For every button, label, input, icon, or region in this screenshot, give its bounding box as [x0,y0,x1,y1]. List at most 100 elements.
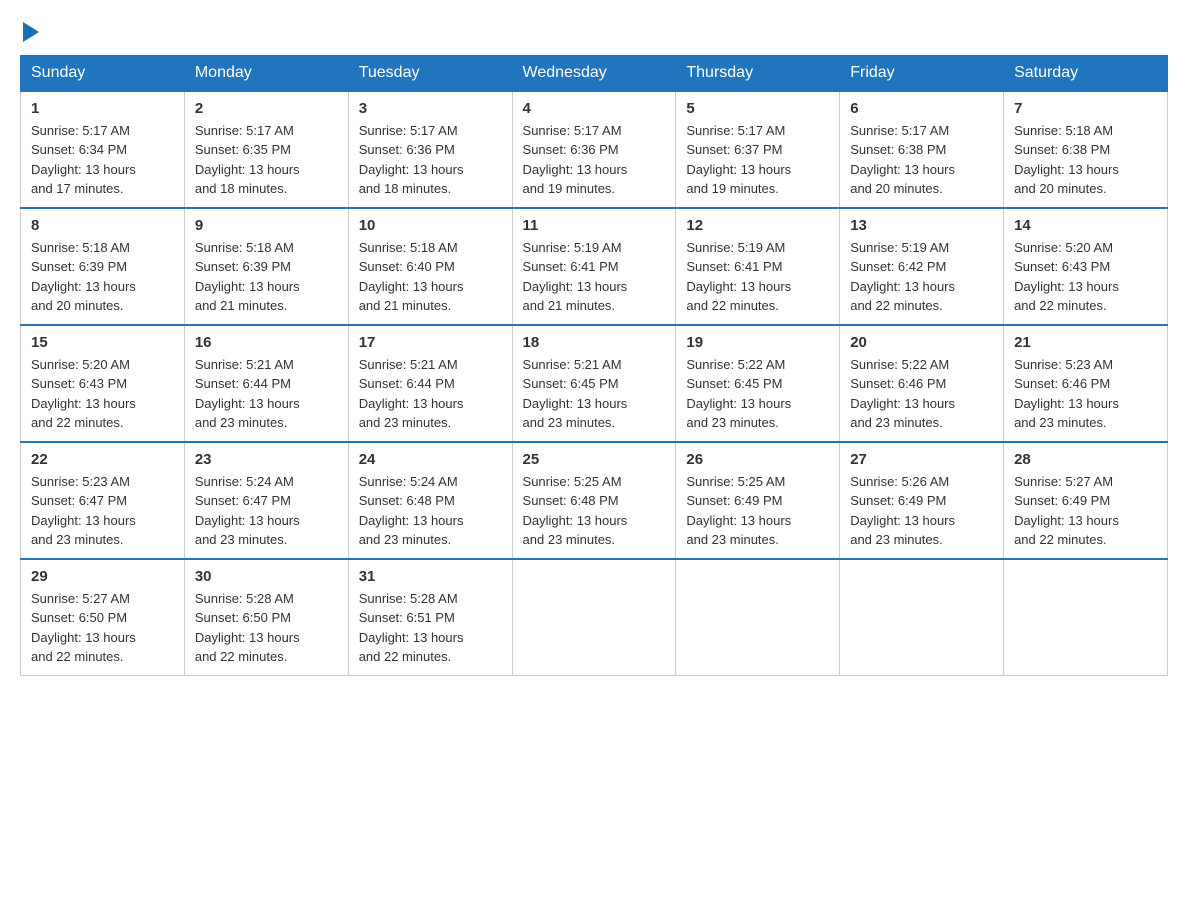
calendar-cell [840,559,1004,676]
day-number: 5 [686,100,829,117]
calendar-cell: 23 Sunrise: 5:24 AM Sunset: 6:47 PM Dayl… [184,442,348,559]
calendar-cell: 16 Sunrise: 5:21 AM Sunset: 6:44 PM Dayl… [184,325,348,442]
week-row-2: 8 Sunrise: 5:18 AM Sunset: 6:39 PM Dayli… [21,208,1168,325]
calendar-cell: 10 Sunrise: 5:18 AM Sunset: 6:40 PM Dayl… [348,208,512,325]
calendar-cell: 12 Sunrise: 5:19 AM Sunset: 6:41 PM Dayl… [676,208,840,325]
day-info: Sunrise: 5:19 AM Sunset: 6:41 PM Dayligh… [686,238,829,316]
week-row-5: 29 Sunrise: 5:27 AM Sunset: 6:50 PM Dayl… [21,559,1168,676]
day-info: Sunrise: 5:17 AM Sunset: 6:36 PM Dayligh… [359,121,502,199]
day-number: 18 [523,334,666,351]
day-info: Sunrise: 5:23 AM Sunset: 6:47 PM Dayligh… [31,472,174,550]
calendar-cell: 11 Sunrise: 5:19 AM Sunset: 6:41 PM Dayl… [512,208,676,325]
calendar-cell: 4 Sunrise: 5:17 AM Sunset: 6:36 PM Dayli… [512,91,676,208]
day-number: 15 [31,334,174,351]
day-number: 29 [31,568,174,585]
calendar-cell: 25 Sunrise: 5:25 AM Sunset: 6:48 PM Dayl… [512,442,676,559]
day-info: Sunrise: 5:17 AM Sunset: 6:34 PM Dayligh… [31,121,174,199]
day-number: 16 [195,334,338,351]
day-info: Sunrise: 5:26 AM Sunset: 6:49 PM Dayligh… [850,472,993,550]
calendar-cell: 6 Sunrise: 5:17 AM Sunset: 6:38 PM Dayli… [840,91,1004,208]
calendar-cell: 5 Sunrise: 5:17 AM Sunset: 6:37 PM Dayli… [676,91,840,208]
header-friday: Friday [840,55,1004,91]
day-info: Sunrise: 5:20 AM Sunset: 6:43 PM Dayligh… [1014,238,1157,316]
page-header [20,20,1168,45]
calendar-cell: 20 Sunrise: 5:22 AM Sunset: 6:46 PM Dayl… [840,325,1004,442]
day-number: 31 [359,568,502,585]
calendar-cell: 18 Sunrise: 5:21 AM Sunset: 6:45 PM Dayl… [512,325,676,442]
day-info: Sunrise: 5:17 AM Sunset: 6:37 PM Dayligh… [686,121,829,199]
day-info: Sunrise: 5:22 AM Sunset: 6:45 PM Dayligh… [686,355,829,433]
day-info: Sunrise: 5:20 AM Sunset: 6:43 PM Dayligh… [31,355,174,433]
day-number: 9 [195,217,338,234]
day-number: 23 [195,451,338,468]
calendar-cell: 8 Sunrise: 5:18 AM Sunset: 6:39 PM Dayli… [21,208,185,325]
day-info: Sunrise: 5:28 AM Sunset: 6:51 PM Dayligh… [359,589,502,667]
day-number: 2 [195,100,338,117]
day-number: 8 [31,217,174,234]
week-row-4: 22 Sunrise: 5:23 AM Sunset: 6:47 PM Dayl… [21,442,1168,559]
calendar-cell: 21 Sunrise: 5:23 AM Sunset: 6:46 PM Dayl… [1004,325,1168,442]
calendar-cell: 17 Sunrise: 5:21 AM Sunset: 6:44 PM Dayl… [348,325,512,442]
day-info: Sunrise: 5:23 AM Sunset: 6:46 PM Dayligh… [1014,355,1157,433]
calendar-cell: 27 Sunrise: 5:26 AM Sunset: 6:49 PM Dayl… [840,442,1004,559]
header-thursday: Thursday [676,55,840,91]
calendar-cell [512,559,676,676]
day-info: Sunrise: 5:19 AM Sunset: 6:41 PM Dayligh… [523,238,666,316]
day-info: Sunrise: 5:18 AM Sunset: 6:40 PM Dayligh… [359,238,502,316]
calendar-cell [676,559,840,676]
day-number: 1 [31,100,174,117]
calendar-cell: 2 Sunrise: 5:17 AM Sunset: 6:35 PM Dayli… [184,91,348,208]
day-number: 19 [686,334,829,351]
day-info: Sunrise: 5:22 AM Sunset: 6:46 PM Dayligh… [850,355,993,433]
day-number: 24 [359,451,502,468]
day-info: Sunrise: 5:27 AM Sunset: 6:50 PM Dayligh… [31,589,174,667]
day-info: Sunrise: 5:19 AM Sunset: 6:42 PM Dayligh… [850,238,993,316]
calendar-cell: 24 Sunrise: 5:24 AM Sunset: 6:48 PM Dayl… [348,442,512,559]
day-number: 4 [523,100,666,117]
day-number: 3 [359,100,502,117]
calendar-header-row: SundayMondayTuesdayWednesdayThursdayFrid… [21,55,1168,91]
day-info: Sunrise: 5:27 AM Sunset: 6:49 PM Dayligh… [1014,472,1157,550]
day-number: 12 [686,217,829,234]
calendar-cell: 29 Sunrise: 5:27 AM Sunset: 6:50 PM Dayl… [21,559,185,676]
day-info: Sunrise: 5:24 AM Sunset: 6:48 PM Dayligh… [359,472,502,550]
header-monday: Monday [184,55,348,91]
day-number: 17 [359,334,502,351]
day-number: 25 [523,451,666,468]
calendar-cell: 30 Sunrise: 5:28 AM Sunset: 6:50 PM Dayl… [184,559,348,676]
calendar-cell: 26 Sunrise: 5:25 AM Sunset: 6:49 PM Dayl… [676,442,840,559]
calendar-table: SundayMondayTuesdayWednesdayThursdayFrid… [20,55,1168,676]
day-number: 10 [359,217,502,234]
day-number: 30 [195,568,338,585]
day-number: 13 [850,217,993,234]
logo [20,20,39,45]
header-wednesday: Wednesday [512,55,676,91]
day-info: Sunrise: 5:28 AM Sunset: 6:50 PM Dayligh… [195,589,338,667]
day-info: Sunrise: 5:17 AM Sunset: 6:36 PM Dayligh… [523,121,666,199]
header-sunday: Sunday [21,55,185,91]
calendar-cell [1004,559,1168,676]
calendar-cell: 22 Sunrise: 5:23 AM Sunset: 6:47 PM Dayl… [21,442,185,559]
week-row-1: 1 Sunrise: 5:17 AM Sunset: 6:34 PM Dayli… [21,91,1168,208]
day-number: 7 [1014,100,1157,117]
week-row-3: 15 Sunrise: 5:20 AM Sunset: 6:43 PM Dayl… [21,325,1168,442]
calendar-cell: 14 Sunrise: 5:20 AM Sunset: 6:43 PM Dayl… [1004,208,1168,325]
day-number: 27 [850,451,993,468]
day-number: 20 [850,334,993,351]
calendar-cell: 28 Sunrise: 5:27 AM Sunset: 6:49 PM Dayl… [1004,442,1168,559]
day-number: 26 [686,451,829,468]
day-info: Sunrise: 5:21 AM Sunset: 6:44 PM Dayligh… [195,355,338,433]
day-number: 14 [1014,217,1157,234]
calendar-cell: 1 Sunrise: 5:17 AM Sunset: 6:34 PM Dayli… [21,91,185,208]
day-info: Sunrise: 5:17 AM Sunset: 6:38 PM Dayligh… [850,121,993,199]
day-info: Sunrise: 5:21 AM Sunset: 6:45 PM Dayligh… [523,355,666,433]
day-number: 28 [1014,451,1157,468]
day-number: 21 [1014,334,1157,351]
day-info: Sunrise: 5:24 AM Sunset: 6:47 PM Dayligh… [195,472,338,550]
day-info: Sunrise: 5:25 AM Sunset: 6:48 PM Dayligh… [523,472,666,550]
calendar-cell: 15 Sunrise: 5:20 AM Sunset: 6:43 PM Dayl… [21,325,185,442]
header-tuesday: Tuesday [348,55,512,91]
day-info: Sunrise: 5:18 AM Sunset: 6:39 PM Dayligh… [195,238,338,316]
calendar-cell: 9 Sunrise: 5:18 AM Sunset: 6:39 PM Dayli… [184,208,348,325]
calendar-cell: 3 Sunrise: 5:17 AM Sunset: 6:36 PM Dayli… [348,91,512,208]
